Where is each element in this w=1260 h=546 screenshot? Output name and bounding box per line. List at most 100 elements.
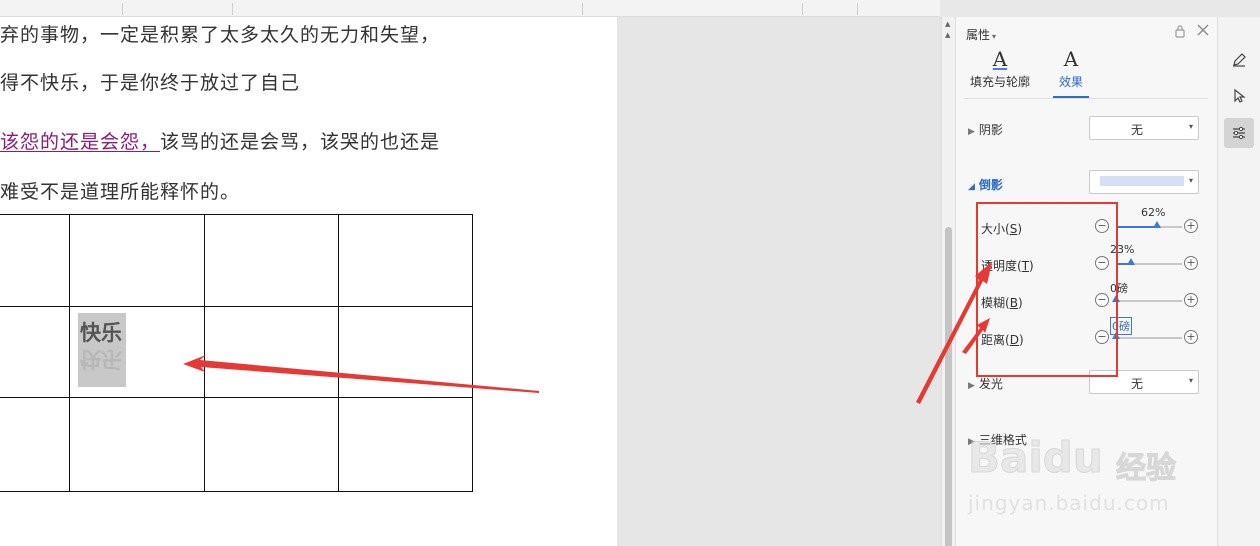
panel-title-text: 属性 xyxy=(966,28,991,42)
table-cell[interactable] xyxy=(0,214,70,307)
cursor-icon xyxy=(1234,88,1246,103)
slider-track[interactable] xyxy=(1116,300,1182,302)
expand-arrow-icon: ▶ xyxy=(968,437,975,447)
slider-fill xyxy=(1116,226,1157,228)
table-cell[interactable] xyxy=(204,214,339,307)
chevron-down-icon: ▾ xyxy=(992,32,997,41)
lock-icon[interactable] xyxy=(1173,24,1187,38)
toolbar-divider xyxy=(582,3,583,15)
increase-button[interactable]: + xyxy=(1184,219,1198,233)
toolbar-divider xyxy=(122,3,123,15)
expand-arrow-icon: ▶ xyxy=(968,127,975,137)
scroll-up-icon[interactable]: ▲ xyxy=(945,20,950,28)
table-cell[interactable] xyxy=(338,214,473,307)
collapse-arrow-icon: ◢ xyxy=(968,182,975,192)
slider-track[interactable] xyxy=(1116,263,1182,265)
section-label: 发光 xyxy=(978,377,1003,391)
toolbar-strip xyxy=(0,0,940,17)
doc-table[interactable]: 快乐 快乐 xyxy=(0,214,473,492)
doc-paragraph-line[interactable]: 该怨的还是会怨，该骂的还是会骂，该哭的也还是 xyxy=(0,127,440,154)
slider-label: 透明度(T) xyxy=(981,257,1034,274)
cell-text-reflection: 快乐 xyxy=(80,347,122,371)
sliders-icon xyxy=(1233,126,1245,140)
doc-paragraph-line[interactable]: 难受不是道理所能释怀的。 xyxy=(0,177,240,204)
selected-text-highlight[interactable]: 快乐 快乐 xyxy=(78,313,126,387)
slider-value: 62% xyxy=(1141,206,1166,219)
text-effect-icon: A xyxy=(1063,47,1079,71)
toolbar-divider xyxy=(232,3,233,15)
slider-hotkey: (D) xyxy=(1005,333,1024,347)
table-cell-selected[interactable]: 快乐 快乐 xyxy=(69,306,205,398)
right-toolbar xyxy=(1217,17,1260,546)
dropdown-value: 无 xyxy=(1130,123,1143,137)
vertical-scrollbar[interactable]: ▲ ▲ xyxy=(941,17,955,546)
pen-icon xyxy=(1233,53,1246,67)
reflection-preset-swatch xyxy=(1100,176,1184,186)
toolbar-divider xyxy=(802,3,803,15)
close-icon[interactable] xyxy=(1196,23,1210,37)
section-label: 倒影 xyxy=(978,178,1003,192)
format-painter-button[interactable] xyxy=(1224,45,1254,75)
slider-value: 23% xyxy=(1110,243,1135,256)
tab-divider xyxy=(964,98,1208,99)
properties-button[interactable] xyxy=(1224,118,1254,148)
table-cell[interactable] xyxy=(0,306,70,398)
table-cell[interactable] xyxy=(204,306,339,398)
panel-title[interactable]: 属性 ▾ xyxy=(966,26,996,43)
chevron-down-icon: ▾ xyxy=(1188,376,1193,385)
table-cell[interactable] xyxy=(69,397,205,492)
slider-label-text: 模糊 xyxy=(981,296,1006,310)
slider-value: 0磅 xyxy=(1110,282,1128,295)
section-glow[interactable]: ▶ 发光 xyxy=(968,375,1003,392)
doc-text[interactable]: 该骂的还是会骂，该哭的也还是 xyxy=(160,131,440,153)
tab-fill-outline[interactable]: A 填充与轮廓 xyxy=(960,47,1040,90)
scroll-up-icon[interactable]: ▲ xyxy=(945,31,950,39)
shadow-dropdown[interactable]: 无 ▾ xyxy=(1089,116,1199,140)
slider-track[interactable] xyxy=(1116,226,1182,228)
increase-button[interactable]: + xyxy=(1184,256,1198,270)
slider-thumb[interactable] xyxy=(1112,295,1120,302)
table-cell[interactable] xyxy=(0,397,70,492)
dropdown-value: 无 xyxy=(1130,377,1143,391)
decrease-button[interactable]: − xyxy=(1095,256,1109,270)
slider-label: 大小(S) xyxy=(981,220,1022,237)
expand-arrow-icon: ▶ xyxy=(968,381,975,391)
slider-thumb[interactable] xyxy=(1127,258,1135,265)
increase-button[interactable]: + xyxy=(1184,330,1198,344)
slider-hotkey: (S) xyxy=(1005,222,1023,236)
section-reflection[interactable]: ◢ 倒影 xyxy=(968,176,1003,193)
text-fill-icon: A xyxy=(992,47,1008,71)
table-cell[interactable] xyxy=(338,397,473,492)
slider-hotkey: (B) xyxy=(1005,296,1023,310)
doc-paragraph-line[interactable]: 得不快乐，于是你终于放过了自己 xyxy=(0,68,300,95)
slider-track[interactable] xyxy=(1116,337,1182,339)
table-cell[interactable] xyxy=(338,306,473,398)
slider-label: 模糊(B) xyxy=(981,294,1023,311)
tab-effects[interactable]: A 效果 xyxy=(1031,47,1111,90)
reflection-dropdown[interactable]: ▾ xyxy=(1089,170,1199,194)
slider-label-text: 大小 xyxy=(981,222,1006,236)
property-panel: 属性 ▾ A 填充与轮廓 A 效果 ▶ 阴影 无 ▾ ◢ 倒影 ▾ 大小(S) −62%… xyxy=(955,17,1217,546)
section-shadow[interactable]: ▶ 阴影 xyxy=(968,121,1003,138)
scrollbar-thumb[interactable] xyxy=(945,227,952,546)
workspace-background xyxy=(617,17,941,546)
slider-thumb[interactable] xyxy=(1153,221,1161,228)
underlined-text[interactable]: 该怨的还是会怨， xyxy=(0,131,160,153)
select-button[interactable] xyxy=(1224,81,1254,111)
table-cell[interactable] xyxy=(69,214,205,307)
glow-dropdown[interactable]: 无 ▾ xyxy=(1089,370,1199,394)
increase-button[interactable]: + xyxy=(1184,293,1198,307)
cell-text[interactable]: 快乐 xyxy=(80,317,122,347)
slider-hotkey: (T) xyxy=(1017,259,1034,273)
slider-label-text: 距离 xyxy=(981,333,1006,347)
slider-label-text: 透明度 xyxy=(981,259,1018,273)
tab-label: 填充与轮廓 xyxy=(969,75,1030,89)
decrease-button[interactable]: − xyxy=(1095,219,1109,233)
doc-paragraph-line[interactable]: 弃的事物，一定是积累了太多太久的无力和失望， xyxy=(0,20,440,47)
document-page[interactable]: 弃的事物，一定是积累了太多太久的无力和失望， 得不快乐，于是你终于放过了自己 该… xyxy=(0,17,617,546)
section-3d-format[interactable]: ▶ 三维格式 xyxy=(968,431,1027,448)
decrease-button[interactable]: − xyxy=(1095,293,1109,307)
slider-label: 距离(D) xyxy=(981,331,1024,348)
table-cell[interactable] xyxy=(204,397,339,492)
decrease-button[interactable]: − xyxy=(1095,330,1109,344)
